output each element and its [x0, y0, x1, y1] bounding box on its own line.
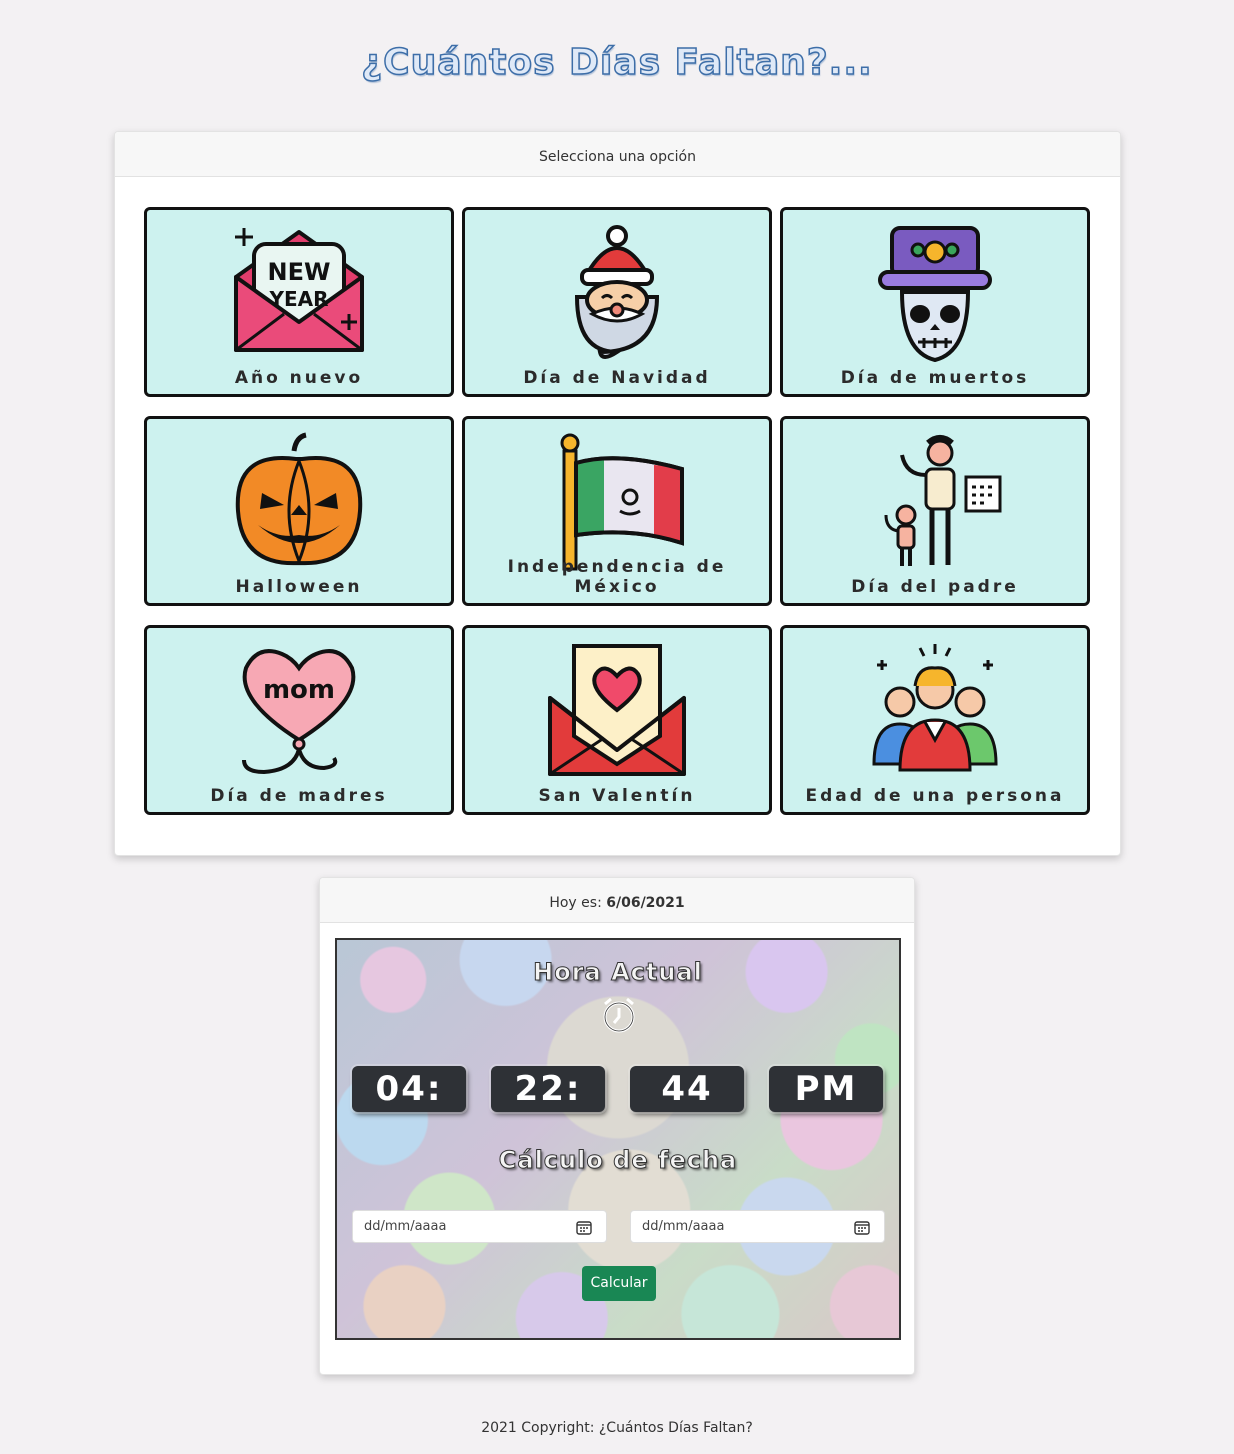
option-tile-edad[interactable]: Edad de una persona	[780, 625, 1090, 815]
mexico-flag-icon	[560, 433, 684, 571]
start-date-input[interactable]: dd/mm/aaaa	[352, 1210, 607, 1243]
options-card: Selecciona una opción NEW YEAR Año nuevo	[114, 131, 1121, 856]
tile-label: San Valentín	[538, 786, 696, 806]
tile-label: Independencia de México	[507, 557, 727, 597]
end-date-placeholder: dd/mm/aaaa	[642, 1219, 725, 1234]
start-date-placeholder: dd/mm/aaaa	[364, 1219, 447, 1234]
hora-actual-title: Hora Actual	[533, 958, 703, 987]
minutes-display: 22:	[491, 1066, 605, 1112]
option-tile-ano-nuevo[interactable]: NEW YEAR Año nuevo	[144, 207, 454, 397]
seconds-display: 44	[630, 1066, 744, 1112]
father-child-icon	[884, 435, 1002, 566]
santa-claus-icon	[574, 225, 660, 359]
tile-label: Edad de una persona	[805, 786, 1065, 806]
today-label: Hoy es:	[549, 895, 602, 911]
new-year-line-2: YEAR	[268, 287, 328, 311]
clock-card: Hoy es: 6/06/2021 Hora Actual 04: 22: 44…	[319, 877, 915, 1375]
footer-copyright: 2021 Copyright: ¿Cuántos Días Faltan?	[481, 1420, 753, 1436]
option-tile-padre[interactable]: Día del padre	[780, 416, 1090, 606]
calendar-icon[interactable]	[576, 1220, 592, 1235]
calcular-button[interactable]: Calcular	[582, 1266, 656, 1301]
hours-display: 04:	[352, 1066, 466, 1112]
calendar-icon[interactable]	[854, 1220, 870, 1235]
today-date: 6/06/2021	[606, 895, 685, 911]
tile-label: Día de madres	[210, 786, 388, 806]
clock-panel: Hora Actual 04: 22: 44 PM Cálculo de fec…	[335, 938, 901, 1340]
tile-label: Halloween	[235, 577, 363, 597]
option-tile-halloween[interactable]: Halloween	[144, 416, 454, 606]
option-tile-muertos[interactable]: Día de muertos	[780, 207, 1090, 397]
ampm-display: PM	[769, 1066, 883, 1112]
tile-label: Año nuevo	[234, 368, 364, 388]
today-header: Hoy es: 6/06/2021	[320, 878, 914, 923]
option-tile-independencia[interactable]: Independencia de México	[462, 416, 772, 606]
end-date-input[interactable]: dd/mm/aaaa	[630, 1210, 885, 1243]
option-tile-navidad[interactable]: Día de Navidad	[462, 207, 772, 397]
heart-envelope-icon	[548, 644, 686, 776]
catrina-skull-icon	[878, 226, 992, 363]
new-year-envelope-icon: NEW YEAR	[234, 228, 364, 352]
option-tile-san-valentin[interactable]: San Valentín	[462, 625, 772, 815]
tile-label: Día de muertos	[840, 368, 1030, 388]
mom-text: mom	[263, 675, 335, 705]
alarm-clock-icon	[603, 997, 635, 1033]
option-tile-madres[interactable]: mom Día de madres	[144, 625, 454, 815]
calculo-fecha-title: Cálculo de fecha	[498, 1146, 738, 1175]
mom-balloon-icon: mom	[242, 649, 356, 775]
options-card-header: Selecciona una opción	[115, 132, 1120, 177]
jack-o-lantern-icon	[235, 432, 363, 566]
page-title: ¿Cuántos Días Faltan?...	[361, 41, 873, 84]
tile-label: Día de Navidad	[523, 368, 711, 388]
people-group-icon	[872, 644, 998, 772]
tile-label: Día del padre	[851, 577, 1019, 597]
new-year-line-1: NEW	[268, 258, 331, 286]
